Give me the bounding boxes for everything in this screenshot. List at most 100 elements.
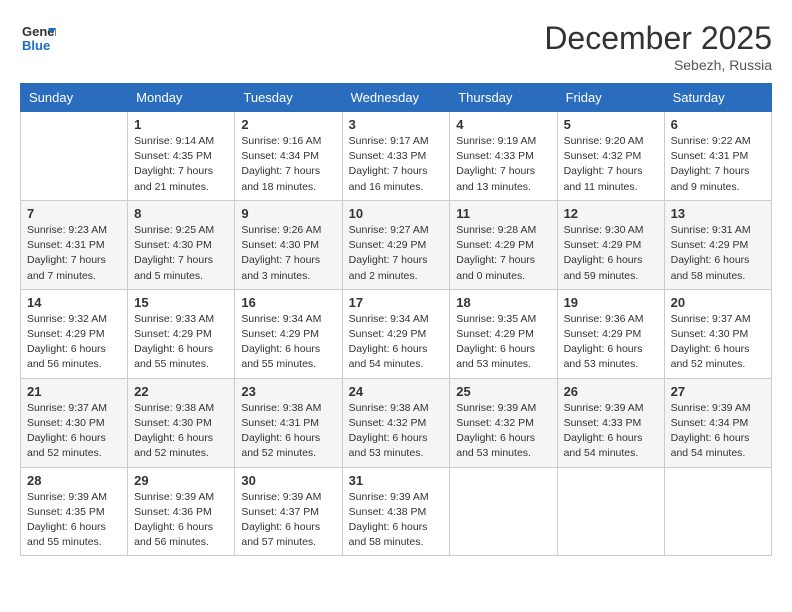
day-number: 15 xyxy=(134,295,228,310)
calendar-cell xyxy=(21,112,128,201)
month-title: December 2025 xyxy=(544,20,772,57)
calendar-cell: 23Sunrise: 9:38 AMSunset: 4:31 PMDayligh… xyxy=(235,378,342,467)
day-info: Sunrise: 9:27 AMSunset: 4:29 PMDaylight:… xyxy=(349,223,444,284)
day-info: Sunrise: 9:19 AMSunset: 4:33 PMDaylight:… xyxy=(456,134,550,195)
day-info: Sunrise: 9:31 AMSunset: 4:29 PMDaylight:… xyxy=(671,223,765,284)
day-info: Sunrise: 9:34 AMSunset: 4:29 PMDaylight:… xyxy=(349,312,444,373)
calendar-cell xyxy=(664,467,771,556)
weekday-header: Saturday xyxy=(664,84,771,112)
day-number: 26 xyxy=(564,384,658,399)
day-info: Sunrise: 9:34 AMSunset: 4:29 PMDaylight:… xyxy=(241,312,335,373)
calendar-cell: 29Sunrise: 9:39 AMSunset: 4:36 PMDayligh… xyxy=(128,467,235,556)
calendar-week-row: 21 Sunrise: 9:37 AMSunset: 4:30 PMDayligh… xyxy=(21,378,772,467)
calendar-cell: 28 Sunrise: 9:39 AMSunset: 4:35 PMDayligh… xyxy=(21,467,128,556)
day-info: Sunrise: 9:39 AMSunset: 4:33 PMDaylight:… xyxy=(564,401,658,462)
day-info: Sunrise: 9:39 AMSunset: 4:32 PMDaylight:… xyxy=(456,401,550,462)
svg-text:Blue: Blue xyxy=(22,38,50,53)
calendar-cell: 1 Sunrise: 9:14 AMSunset: 4:35 PMDaylight… xyxy=(128,112,235,201)
day-info: Sunrise: 9:23 AMSunset: 4:31 PMDaylight:… xyxy=(27,223,121,284)
day-info: Sunrise: 9:25 AMSunset: 4:30 PMDaylight:… xyxy=(134,223,228,284)
calendar-week-row: 28 Sunrise: 9:39 AMSunset: 4:35 PMDayligh… xyxy=(21,467,772,556)
day-info: Sunrise: 9:37 AMSunset: 4:30 PMDaylight:… xyxy=(671,312,765,373)
day-number: 14 xyxy=(27,295,121,310)
day-info: Sunrise: 9:39 AMSunset: 4:37 PMDaylight:… xyxy=(241,490,335,551)
day-number: 31 xyxy=(349,473,444,488)
title-block: December 2025 Sebezh, Russia xyxy=(544,20,772,73)
calendar-week-row: 7 Sunrise: 9:23 AMSunset: 4:31 PMDaylight… xyxy=(21,200,772,289)
calendar-cell: 19 Sunrise: 9:36 AMSunset: 4:29 PMDayligh… xyxy=(557,289,664,378)
calendar-cell: 9Sunrise: 9:26 AMSunset: 4:30 PMDaylight… xyxy=(235,200,342,289)
day-info: Sunrise: 9:22 AMSunset: 4:31 PMDaylight:… xyxy=(671,134,765,195)
day-number: 6 xyxy=(671,117,765,132)
weekday-header: Wednesday xyxy=(342,84,450,112)
day-number: 2 xyxy=(241,117,335,132)
day-number: 22 xyxy=(134,384,228,399)
location: Sebezh, Russia xyxy=(544,57,772,73)
day-number: 23 xyxy=(241,384,335,399)
day-number: 30 xyxy=(241,473,335,488)
weekday-header: Monday xyxy=(128,84,235,112)
day-number: 5 xyxy=(564,117,658,132)
calendar-cell: 24 Sunrise: 9:38 AMSunset: 4:32 PMDayligh… xyxy=(342,378,450,467)
weekday-header: Sunday xyxy=(21,84,128,112)
calendar-cell: 5 Sunrise: 9:20 AMSunset: 4:32 PMDaylight… xyxy=(557,112,664,201)
day-number: 12 xyxy=(564,206,658,221)
day-info: Sunrise: 9:38 AMSunset: 4:30 PMDaylight:… xyxy=(134,401,228,462)
day-number: 25 xyxy=(456,384,550,399)
day-number: 7 xyxy=(27,206,121,221)
day-number: 8 xyxy=(134,206,228,221)
day-number: 11 xyxy=(456,206,550,221)
day-number: 28 xyxy=(27,473,121,488)
day-number: 4 xyxy=(456,117,550,132)
day-number: 17 xyxy=(349,295,444,310)
day-number: 18 xyxy=(456,295,550,310)
day-info: Sunrise: 9:36 AMSunset: 4:29 PMDaylight:… xyxy=(564,312,658,373)
calendar-cell: 25 Sunrise: 9:39 AMSunset: 4:32 PMDayligh… xyxy=(450,378,557,467)
day-number: 10 xyxy=(349,206,444,221)
calendar-cell: 13 Sunrise: 9:31 AMSunset: 4:29 PMDayligh… xyxy=(664,200,771,289)
day-info: Sunrise: 9:20 AMSunset: 4:32 PMDaylight:… xyxy=(564,134,658,195)
page-header: General Blue December 2025 Sebezh, Russi… xyxy=(20,20,772,73)
calendar-cell: 27Sunrise: 9:39 AMSunset: 4:34 PMDayligh… xyxy=(664,378,771,467)
day-info: Sunrise: 9:33 AMSunset: 4:29 PMDaylight:… xyxy=(134,312,228,373)
day-number: 20 xyxy=(671,295,765,310)
calendar-cell: 14Sunrise: 9:32 AMSunset: 4:29 PMDayligh… xyxy=(21,289,128,378)
calendar-cell: 21 Sunrise: 9:37 AMSunset: 4:30 PMDayligh… xyxy=(21,378,128,467)
calendar-cell xyxy=(557,467,664,556)
day-info: Sunrise: 9:38 AMSunset: 4:32 PMDaylight:… xyxy=(349,401,444,462)
weekday-header: Thursday xyxy=(450,84,557,112)
day-number: 19 xyxy=(564,295,658,310)
day-info: Sunrise: 9:26 AMSunset: 4:30 PMDaylight:… xyxy=(241,223,335,284)
day-info: Sunrise: 9:39 AMSunset: 4:36 PMDaylight:… xyxy=(134,490,228,551)
logo-icon: General Blue xyxy=(20,20,56,56)
calendar-cell: 16 Sunrise: 9:34 AMSunset: 4:29 PMDayligh… xyxy=(235,289,342,378)
day-number: 1 xyxy=(134,117,228,132)
calendar-cell: 15 Sunrise: 9:33 AMSunset: 4:29 PMDayligh… xyxy=(128,289,235,378)
calendar-cell: 18Sunrise: 9:35 AMSunset: 4:29 PMDayligh… xyxy=(450,289,557,378)
weekday-header: Tuesday xyxy=(235,84,342,112)
day-info: Sunrise: 9:37 AMSunset: 4:30 PMDaylight:… xyxy=(27,401,121,462)
day-number: 16 xyxy=(241,295,335,310)
calendar-cell xyxy=(450,467,557,556)
day-info: Sunrise: 9:39 AMSunset: 4:38 PMDaylight:… xyxy=(349,490,444,551)
day-number: 21 xyxy=(27,384,121,399)
calendar-cell: 20 Sunrise: 9:37 AMSunset: 4:30 PMDayligh… xyxy=(664,289,771,378)
day-info: Sunrise: 9:39 AMSunset: 4:34 PMDaylight:… xyxy=(671,401,765,462)
day-info: Sunrise: 9:16 AMSunset: 4:34 PMDaylight:… xyxy=(241,134,335,195)
day-number: 13 xyxy=(671,206,765,221)
calendar-cell: 17 Sunrise: 9:34 AMSunset: 4:29 PMDayligh… xyxy=(342,289,450,378)
weekday-header-row: SundayMondayTuesdayWednesdayThursdayFrid… xyxy=(21,84,772,112)
calendar-cell: 8 Sunrise: 9:25 AMSunset: 4:30 PMDaylight… xyxy=(128,200,235,289)
day-info: Sunrise: 9:14 AMSunset: 4:35 PMDaylight:… xyxy=(134,134,228,195)
day-info: Sunrise: 9:17 AMSunset: 4:33 PMDaylight:… xyxy=(349,134,444,195)
day-info: Sunrise: 9:39 AMSunset: 4:35 PMDaylight:… xyxy=(27,490,121,551)
calendar-table: SundayMondayTuesdayWednesdayThursdayFrid… xyxy=(20,83,772,556)
day-number: 24 xyxy=(349,384,444,399)
calendar-cell: 4 Sunrise: 9:19 AMSunset: 4:33 PMDaylight… xyxy=(450,112,557,201)
calendar-cell: 31 Sunrise: 9:39 AMSunset: 4:38 PMDayligh… xyxy=(342,467,450,556)
logo: General Blue xyxy=(20,20,56,56)
calendar-cell: 7 Sunrise: 9:23 AMSunset: 4:31 PMDaylight… xyxy=(21,200,128,289)
calendar-cell: 12Sunrise: 9:30 AMSunset: 4:29 PMDayligh… xyxy=(557,200,664,289)
calendar-cell: 30 Sunrise: 9:39 AMSunset: 4:37 PMDayligh… xyxy=(235,467,342,556)
calendar-week-row: 1 Sunrise: 9:14 AMSunset: 4:35 PMDaylight… xyxy=(21,112,772,201)
